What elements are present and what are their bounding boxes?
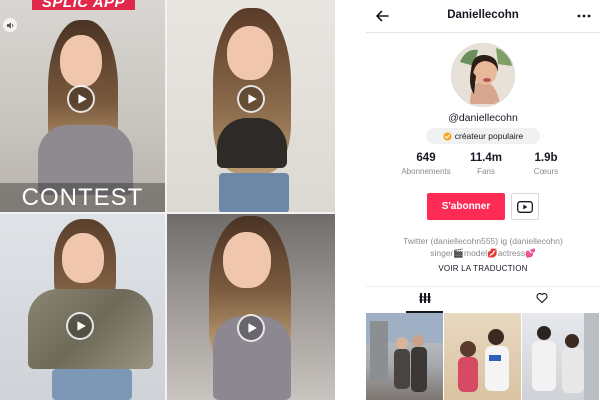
profile-video-thumbnails — [366, 313, 600, 400]
content-tabs — [366, 286, 600, 313]
profile-handle: @daniellecohn — [448, 112, 518, 124]
contest-label: CONTEST — [0, 183, 165, 212]
video-tile-3[interactable] — [0, 214, 165, 400]
stat-label: Fans — [477, 167, 495, 176]
stat-value: 11.4m — [470, 152, 502, 164]
badge-label: créateur populaire — [454, 131, 524, 141]
speaker-icon[interactable] — [3, 18, 17, 32]
creator-badge: créateur populaire — [426, 128, 540, 144]
screen: SPLIC APP CONTEST Daniellecohn @danielle… — [0, 0, 600, 400]
more-dots-icon[interactable] — [576, 8, 592, 24]
profile-bio: Twitter (daniellecohn555) ig (danielleco… — [372, 235, 594, 259]
follow-button[interactable]: S'abonner — [427, 193, 505, 220]
arrow-left-icon[interactable] — [374, 8, 390, 24]
profile-video-thumb[interactable] — [522, 313, 599, 400]
stat-value: 1.9b — [534, 152, 558, 164]
avatar[interactable] — [451, 43, 515, 107]
play-icon[interactable] — [237, 85, 265, 113]
stat-following[interactable]: 649 Abonnements — [398, 152, 454, 176]
profile-stats: 649 Abonnements 11.4m Fans 1.9b Cœurs — [398, 152, 574, 176]
bio-line: singer🎬model💋actress💕 — [430, 248, 536, 258]
stat-label: Abonnements — [401, 167, 451, 176]
stat-hearts: 1.9b Cœurs — [518, 152, 574, 176]
tab-liked[interactable] — [483, 287, 600, 313]
top-bar: Daniellecohn — [366, 0, 600, 32]
verified-badge-icon — [443, 131, 452, 141]
person-figure — [187, 216, 317, 400]
play-icon[interactable] — [66, 312, 94, 340]
video-tile-4[interactable] — [167, 214, 335, 400]
promo-banner: SPLIC APP — [32, 0, 135, 10]
profile-panel: Daniellecohn @daniellecohn créateur popu… — [366, 0, 600, 400]
see-translation-link[interactable]: VOIR LA TRADUCTION — [366, 264, 600, 273]
person-figure — [22, 219, 157, 400]
bio-line: Twitter (daniellecohn555) ig (danielleco… — [403, 236, 563, 246]
stat-fans[interactable]: 11.4m Fans — [458, 152, 514, 176]
play-icon[interactable] — [237, 314, 265, 342]
profile-video-thumb[interactable] — [366, 313, 443, 400]
video-tile-1[interactable]: SPLIC APP CONTEST — [0, 0, 165, 212]
stat-value: 649 — [416, 152, 436, 164]
stat-label: Cœurs — [533, 167, 559, 176]
profile-video-thumb[interactable] — [444, 313, 521, 400]
video-grid: SPLIC APP CONTEST — [0, 0, 335, 400]
video-tile-2[interactable] — [167, 0, 335, 212]
heart-outline-icon — [536, 291, 548, 309]
youtube-icon[interactable] — [511, 193, 539, 220]
divider — [366, 32, 600, 33]
play-icon[interactable] — [67, 85, 95, 113]
tab-videos[interactable] — [366, 287, 483, 313]
page-title: Daniellecohn — [447, 9, 519, 21]
grid-icon — [418, 291, 431, 309]
